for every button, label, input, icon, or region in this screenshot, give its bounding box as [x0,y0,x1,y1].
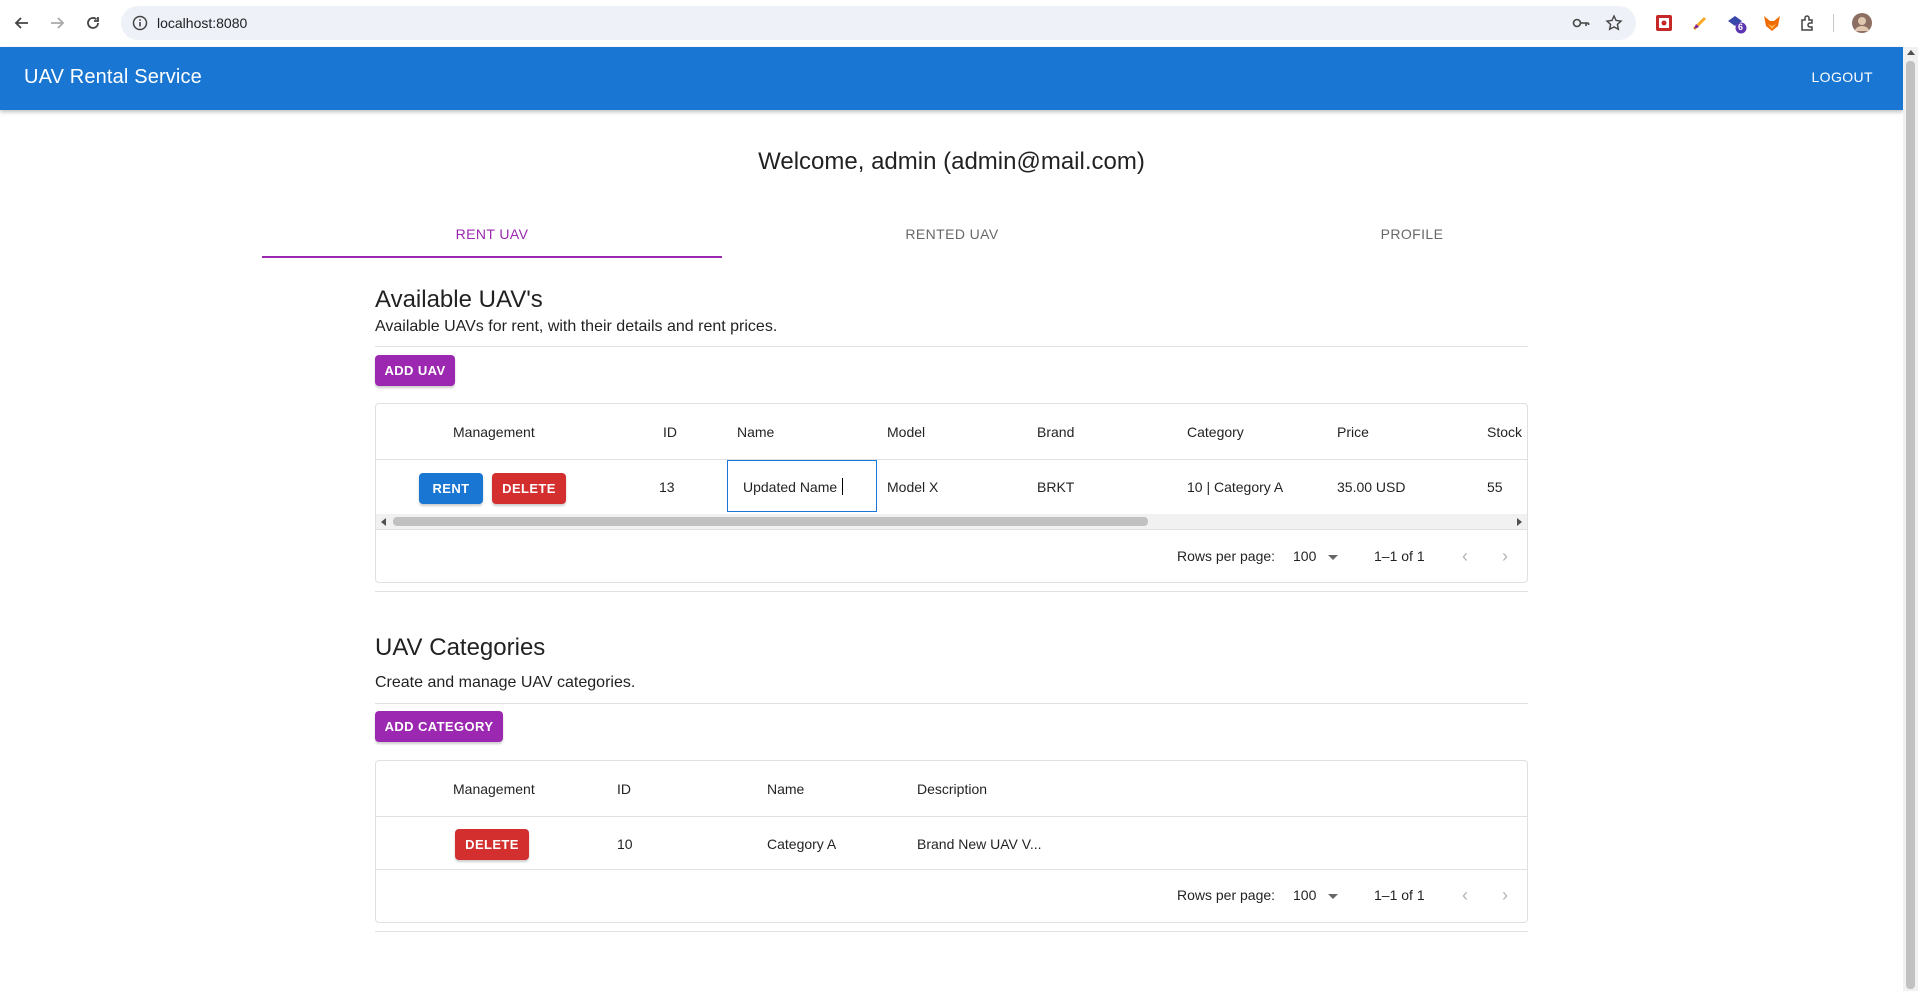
delete-category-button[interactable]: DELETE [455,829,529,860]
footer-divider [376,869,1527,870]
categories-divider [375,703,1528,704]
uav-id-cell: 13 [659,479,675,495]
rows-per-page-label: Rows per page: [1177,548,1276,564]
column-header-id[interactable]: ID [617,781,631,797]
back-icon[interactable] [11,12,33,34]
previous-page-icon[interactable]: ‹ [1455,546,1475,566]
column-header-stock[interactable]: Stock [1487,424,1522,440]
column-header-name[interactable]: Name [737,424,774,440]
pen-extension-icon[interactable] [1689,12,1711,34]
welcome-heading: Welcome, admin (admin@mail.com) [758,148,1145,175]
extension-badge-icon[interactable]: 6 [1725,12,1747,34]
grid-horizontal-scrollbar[interactable] [376,514,1527,529]
categories-section-subtitle: Create and manage UAV categories. [375,674,636,691]
dropdown-arrow-icon [1328,555,1338,560]
page-scrollbar[interactable] [1903,47,1918,991]
grid-scrollbar-thumb[interactable] [393,517,1148,526]
url-text: localhost:8080 [157,15,248,31]
uav-data-grid: Management ID Name Model Brand Category … [375,403,1528,583]
pagination-range: 1–1 of 1 [1374,548,1425,564]
uavs-bottom-divider [375,591,1528,592]
next-page-icon[interactable]: › [1495,885,1515,905]
address-bar[interactable]: localhost:8080 [121,6,1636,40]
header-divider [376,459,1527,460]
key-icon[interactable] [1571,14,1590,32]
scroll-right-arrow-icon[interactable] [1517,518,1522,526]
category-name-cell: Category A [767,836,837,852]
column-header-description[interactable]: Description [917,781,987,797]
profile-avatar-icon[interactable] [1851,12,1873,34]
footer-divider [376,529,1527,530]
add-uav-button[interactable]: ADD UAV [375,355,455,386]
tab-profile[interactable]: PROFILE [1182,226,1642,242]
add-category-button[interactable]: ADD CATEGORY [375,711,503,742]
categories-bottom-divider [375,931,1528,932]
rent-button[interactable]: RENT [419,473,483,504]
name-edit-input[interactable]: Updated Name [727,460,877,512]
rows-per-page-value: 100 [1293,887,1317,903]
scroll-up-arrow-icon[interactable] [1907,50,1915,55]
bookmark-star-icon[interactable] [1605,14,1623,32]
tab-rent-uav[interactable]: RENT UAV [262,226,722,242]
uav-stock-cell: 55 [1487,479,1503,495]
extension-badge-count: 6 [1738,22,1744,32]
category-data-grid: Management ID Name Description DELETE 10… [375,760,1528,923]
pdf-extension-icon[interactable] [1653,12,1675,34]
active-tab-indicator [262,256,722,258]
uav-price-cell: 35.00 USD [1337,479,1406,495]
rows-per-page-value: 100 [1293,548,1317,564]
category-description-cell: Brand New UAV V... [917,836,1042,852]
app-bar: UAV Rental Service LOGOUT [0,47,1903,110]
tab-rented-uav[interactable]: RENTED UAV [722,226,1182,242]
site-info-icon[interactable] [131,14,149,32]
column-header-management[interactable]: Management [453,424,535,440]
uav-category-cell: 10 | Category A [1187,479,1284,495]
app-title: UAV Rental Service [24,66,202,88]
fox-extension-icon[interactable] [1761,12,1783,34]
column-header-name[interactable]: Name [767,781,804,797]
uavs-section-title: Available UAV's [375,286,543,313]
rows-per-page-select[interactable]: 100 [1293,881,1343,909]
forward-icon[interactable] [46,12,68,34]
column-header-brand[interactable]: Brand [1037,424,1074,440]
uav-model-cell: Model X [887,479,939,495]
pagination-range: 1–1 of 1 [1374,887,1425,903]
column-header-category[interactable]: Category [1187,424,1244,440]
name-edit-value: Updated Name [743,479,838,495]
logout-button[interactable]: LOGOUT [1811,69,1873,85]
extensions-puzzle-icon[interactable] [1797,12,1819,34]
column-header-management[interactable]: Management [453,781,535,797]
column-header-price[interactable]: Price [1337,424,1369,440]
delete-uav-button[interactable]: DELETE [492,473,566,504]
browser-toolbar: localhost:8080 6 [0,0,1918,47]
rows-per-page-label: Rows per page: [1177,887,1276,903]
uav-brand-cell: BRKT [1037,479,1075,495]
scroll-left-arrow-icon[interactable] [381,518,386,526]
column-header-id[interactable]: ID [663,424,677,440]
column-header-model[interactable]: Model [887,424,925,440]
page-scrollbar-thumb[interactable] [1906,61,1915,989]
previous-page-icon[interactable]: ‹ [1455,885,1475,905]
category-id-cell: 10 [617,836,633,852]
reload-icon[interactable] [82,12,104,34]
toolbar-separator [1833,14,1834,32]
header-divider [376,816,1527,817]
uavs-section-subtitle: Available UAVs for rent, with their deta… [375,318,778,335]
dropdown-arrow-icon [1328,894,1338,899]
next-page-icon[interactable]: › [1495,546,1515,566]
uavs-divider [375,346,1528,347]
rows-per-page-select[interactable]: 100 [1293,542,1343,570]
categories-section-title: UAV Categories [375,634,546,661]
text-cursor [842,478,843,495]
